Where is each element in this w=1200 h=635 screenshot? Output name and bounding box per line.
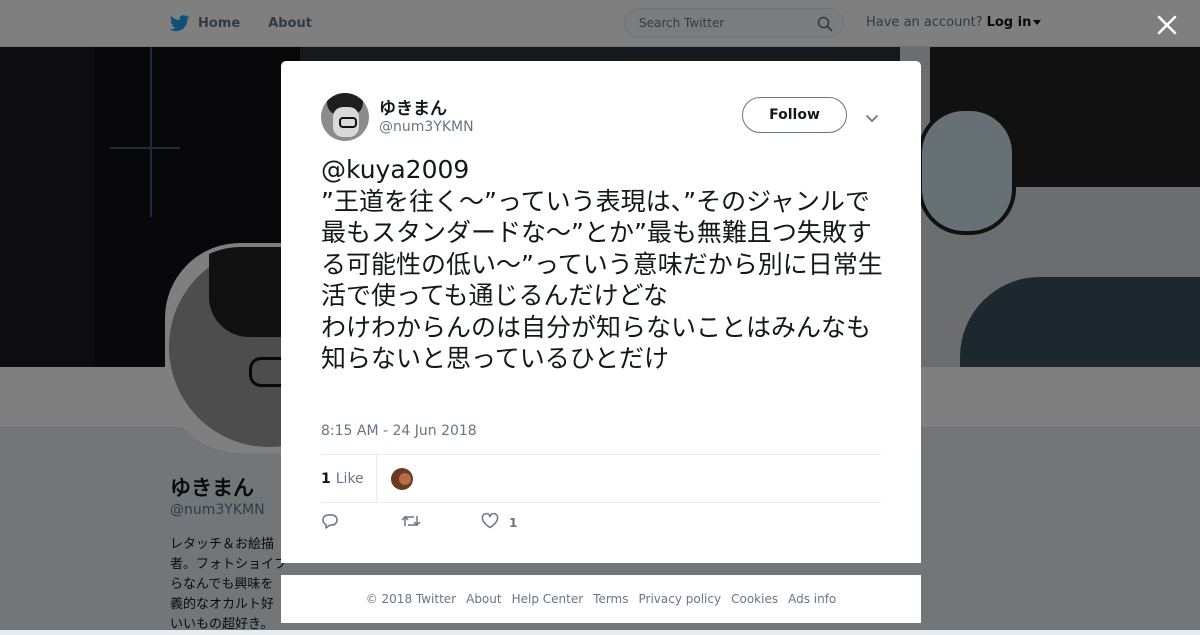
likes-count: 1	[321, 470, 331, 487]
close-icon[interactable]	[1154, 12, 1180, 38]
tweet-text: @kuya2009 ”王道を往く～”っていう表現は、”そのジャンルで最もスタンダ…	[321, 155, 883, 373]
liker-avatar[interactable]	[390, 467, 413, 490]
like-action-count: 1	[509, 516, 518, 530]
author-name[interactable]: ゆきまん	[379, 94, 447, 119]
likes-label: Like	[335, 470, 364, 487]
footer-link-privacy[interactable]: Privacy policy	[639, 592, 722, 606]
tweet-stats: 1 Like	[321, 454, 881, 503]
footer-link-help-center[interactable]: Help Center	[512, 592, 584, 606]
reply-icon	[321, 513, 339, 533]
footer-link-terms[interactable]: Terms	[593, 592, 628, 606]
reply-button[interactable]	[321, 513, 401, 533]
follow-button[interactable]: Follow	[742, 97, 847, 133]
author-handle[interactable]: @num3YKMN	[379, 119, 474, 135]
like-button[interactable]: 1	[481, 512, 518, 533]
tweet-timestamp[interactable]: 8:15 AM - 24 Jun 2018	[321, 423, 477, 439]
tweet-actions: 1	[321, 512, 518, 533]
chevron-down-icon[interactable]	[865, 109, 879, 128]
retweet-icon	[401, 513, 421, 533]
footer-link-cookies[interactable]: Cookies	[731, 592, 778, 606]
likes-stat[interactable]: 1 Like	[321, 455, 377, 502]
footer: © 2018 Twitter About Help Center Terms P…	[281, 575, 921, 623]
footer-link-about[interactable]: About	[466, 592, 501, 606]
retweet-button[interactable]	[401, 513, 481, 533]
heart-icon	[481, 512, 499, 533]
footer-copyright: © 2018 Twitter	[365, 592, 457, 606]
footer-link-ads-info[interactable]: Ads info	[788, 592, 836, 606]
author-avatar[interactable]	[321, 93, 369, 141]
tweet-modal: ゆきまん @num3YKMN Follow @kuya2009 ”王道を往く～”…	[281, 61, 921, 563]
